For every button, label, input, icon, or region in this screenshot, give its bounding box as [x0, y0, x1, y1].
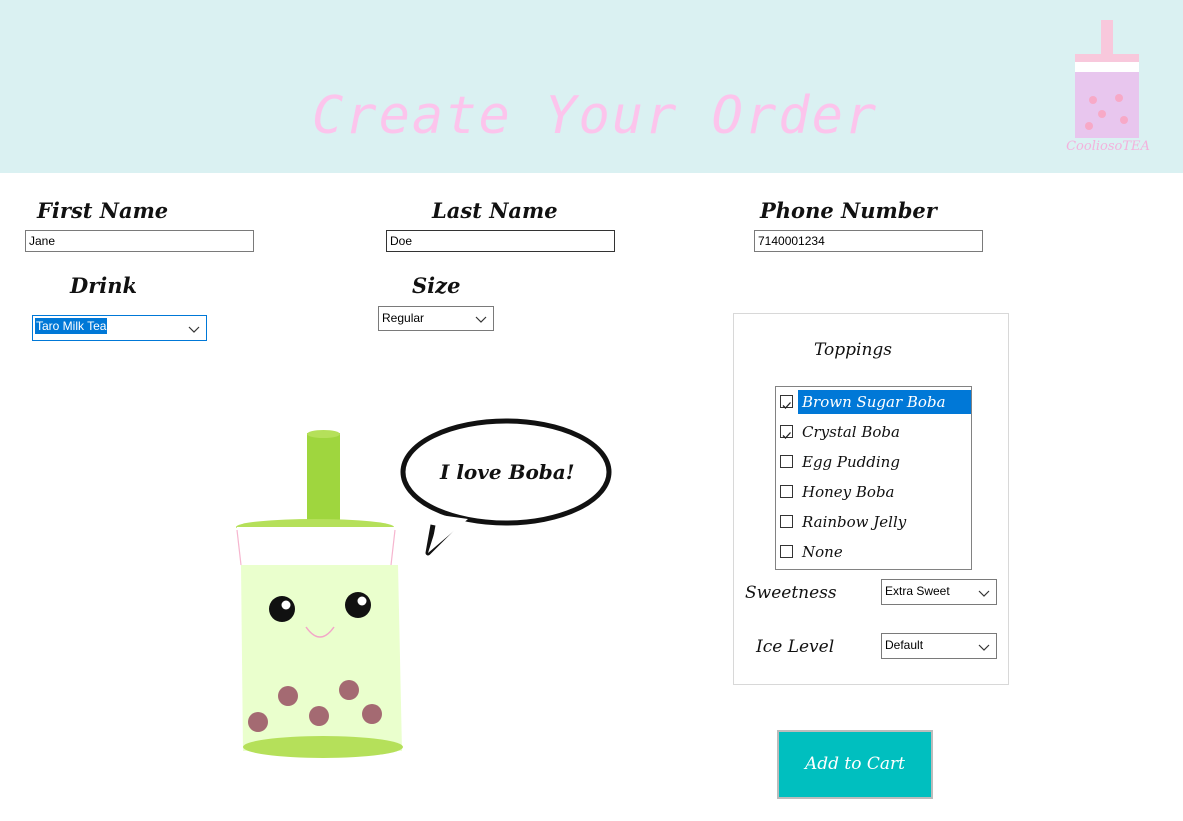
speech-bubble-text: I love Boba!	[440, 460, 575, 484]
ice-level-label: Ice Level	[756, 637, 835, 657]
size-select-value: Regular	[382, 311, 425, 325]
toppings-label: Toppings	[814, 340, 893, 360]
page-title: Create Your Order	[312, 86, 879, 146]
chevron-down-icon	[188, 326, 200, 333]
sweetness-label: Sweetness	[745, 583, 837, 603]
topping-label: None	[802, 543, 843, 561]
checkbox-unchecked[interactable]	[780, 485, 793, 498]
checkbox-checked[interactable]	[780, 425, 793, 439]
sweetness-select-value: Extra Sweet	[885, 584, 950, 598]
last-name-label: Last Name	[432, 198, 558, 223]
topping-item-crystal-boba[interactable]: Crystal Boba	[776, 417, 971, 447]
chevron-down-icon	[978, 644, 990, 651]
topping-item-rainbow-jelly[interactable]: Rainbow Jelly	[776, 507, 971, 537]
topping-label: Crystal Boba	[802, 423, 900, 441]
topping-item-honey-boba[interactable]: Honey Boba	[776, 477, 971, 507]
topping-label: Brown Sugar Boba	[798, 390, 971, 414]
topping-label: Egg Pudding	[802, 453, 900, 471]
first-name-input[interactable]	[25, 230, 254, 252]
topping-label: Honey Boba	[802, 483, 895, 501]
drink-label: Drink	[70, 273, 138, 298]
checkbox-unchecked[interactable]	[780, 515, 793, 528]
ice-level-select-value: Default	[885, 638, 924, 652]
toppings-checklist[interactable]: Brown Sugar Boba Crystal Boba Egg Puddin…	[775, 386, 972, 570]
size-label: Size	[412, 273, 461, 298]
drink-select-value: Taro Milk Tea	[35, 318, 108, 334]
add-to-cart-button[interactable]: Add to Cart	[777, 730, 933, 799]
logo-cup-icon	[1075, 20, 1139, 138]
topping-item-egg-pudding[interactable]: Egg Pudding	[776, 447, 971, 477]
last-name-input[interactable]	[386, 230, 615, 252]
sweetness-select[interactable]: Extra Sweet	[881, 579, 997, 605]
chevron-down-icon	[475, 316, 487, 323]
topping-item-brown-sugar-boba[interactable]: Brown Sugar Boba	[776, 387, 971, 417]
drink-select[interactable]: Taro Milk Tea	[32, 315, 207, 341]
checkbox-unchecked[interactable]	[780, 455, 793, 468]
phone-number-label: Phone Number	[760, 198, 937, 223]
checkbox-checked[interactable]	[780, 395, 793, 409]
size-select[interactable]: Regular	[378, 306, 494, 331]
checkbox-unchecked[interactable]	[780, 545, 793, 558]
phone-number-input[interactable]	[754, 230, 983, 252]
ice-level-select[interactable]: Default	[881, 633, 997, 659]
topping-item-none[interactable]: None	[776, 537, 971, 567]
first-name-label: First Name	[37, 198, 169, 223]
topping-label: Rainbow Jelly	[802, 513, 907, 531]
chevron-down-icon	[978, 590, 990, 597]
logo-text: CooliosoTEA	[1066, 139, 1150, 154]
